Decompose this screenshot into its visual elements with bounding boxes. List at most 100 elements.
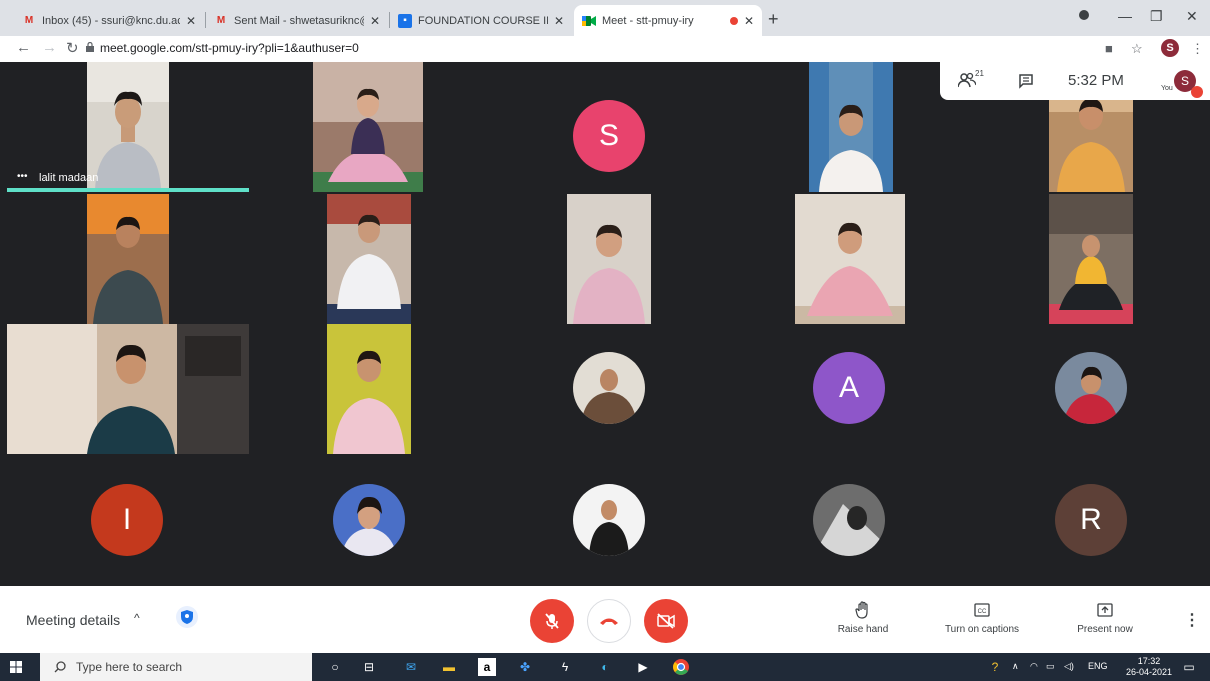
notifications-icon[interactable]: ▭ xyxy=(1180,658,1198,676)
participant-tile-speaker[interactable]: ••• lalit madaan xyxy=(7,62,249,192)
participant-avatar-photo[interactable] xyxy=(1055,352,1127,424)
url-field[interactable]: meet.google.com/stt-pmuy-iry?pli=1&authu… xyxy=(100,41,359,55)
taskbar-date: 26-04-2021 xyxy=(1126,667,1173,677)
file-explorer-icon[interactable]: ▬ xyxy=(440,658,458,676)
tray-expand-icon[interactable]: ∧ xyxy=(1012,661,1019,672)
edge-icon[interactable]: ◐ xyxy=(596,658,614,676)
close-icon[interactable]: ✕ xyxy=(186,14,196,28)
participant-video xyxy=(7,324,249,454)
participant-count: 21 xyxy=(975,69,984,78)
meet-icon xyxy=(582,14,596,28)
present-screen-icon xyxy=(1097,603,1113,617)
you-label: You xyxy=(1161,85,1173,92)
captions-button[interactable]: CC Turn on captions xyxy=(936,600,1028,635)
taskbar-search-box[interactable]: Type here to search xyxy=(40,653,312,681)
meeting-details-button[interactable]: Meeting details xyxy=(26,612,120,628)
chat-icon[interactable] xyxy=(1018,73,1034,89)
host-controls-shield-icon[interactable] xyxy=(176,606,198,628)
tab-sent-mail[interactable]: M Sent Mail - shwetasuriknc@gmai ✕ xyxy=(206,5,388,36)
restore-icon[interactable]: ❐ xyxy=(1150,8,1163,25)
camera-toggle-button[interactable] xyxy=(644,599,688,643)
bookmark-star-icon[interactable]: ☆ xyxy=(1131,41,1143,57)
task-view-icon[interactable]: ⊟ xyxy=(360,658,378,676)
participant-tile[interactable] xyxy=(1049,194,1133,324)
participant-tile[interactable] xyxy=(87,194,169,324)
window-close-icon[interactable]: ✕ xyxy=(1186,8,1198,25)
participant-tile[interactable] xyxy=(313,62,423,192)
participant-grid: ••• lalit madaan S A I R xyxy=(7,62,1203,586)
participant-avatar-i[interactable]: I xyxy=(91,484,163,556)
language-indicator[interactable]: ENG xyxy=(1088,661,1108,671)
address-bar-row: ← → ↻ meet.google.com/stt-pmuy-iry?pli=1… xyxy=(0,36,1210,62)
mail-app-icon[interactable]: ✉ xyxy=(402,658,420,676)
chrome-icon[interactable] xyxy=(672,658,690,676)
amazon-icon[interactable]: a xyxy=(478,658,496,676)
close-icon[interactable]: ✕ xyxy=(554,14,564,28)
media-player-icon[interactable]: ▶ xyxy=(634,658,652,676)
participant-tile[interactable] xyxy=(327,324,411,454)
captions-label: Turn on captions xyxy=(944,624,1020,635)
participant-photo xyxy=(813,484,885,556)
participant-tile[interactable] xyxy=(567,194,651,324)
more-options-icon[interactable]: ⋮ xyxy=(1184,610,1200,630)
participant-avatar-photo[interactable] xyxy=(813,484,885,556)
recording-indicator-icon xyxy=(729,16,738,25)
dropbox-icon[interactable]: ✤ xyxy=(516,658,534,676)
tab-inbox[interactable]: M Inbox (45) - ssuri@knc.du.ac.in - ✕ xyxy=(14,5,204,36)
participant-avatar-photo[interactable] xyxy=(573,484,645,556)
participant-video xyxy=(87,194,169,324)
tab-title: Sent Mail - shwetasuriknc@gmai xyxy=(234,14,364,27)
raise-hand-button[interactable]: Raise hand xyxy=(832,600,894,635)
forward-arrow-icon[interactable]: → xyxy=(42,39,57,56)
chevron-up-icon[interactable]: ^ xyxy=(134,611,140,625)
back-arrow-icon[interactable]: ← xyxy=(16,39,31,56)
participant-tile[interactable] xyxy=(809,62,893,192)
present-now-label: Present now xyxy=(1077,624,1133,635)
participant-video xyxy=(87,62,169,190)
participant-avatar-r[interactable]: R xyxy=(1055,484,1127,556)
volume-icon[interactable]: ◁) xyxy=(1064,661,1074,672)
hang-up-icon xyxy=(600,618,618,625)
wifi-icon[interactable]: ◠ xyxy=(1030,661,1038,672)
battery-icon[interactable]: ▭ xyxy=(1046,661,1055,672)
tab-foundation-course[interactable]: ▪ FOUNDATION COURSE IN YOGA ✕ xyxy=(390,5,572,36)
participant-video xyxy=(313,62,423,192)
participant-video xyxy=(1049,194,1133,324)
participant-tile[interactable] xyxy=(327,194,411,324)
participant-tile[interactable] xyxy=(795,194,905,324)
microphone-toggle-button[interactable] xyxy=(530,599,574,643)
camera-off-icon xyxy=(657,613,675,629)
meeting-info-panel: 21 5:32 PM You S xyxy=(940,62,1210,100)
captions-icon: CC xyxy=(974,603,990,617)
participant-avatar-photo[interactable] xyxy=(333,484,405,556)
new-tab-button[interactable]: + xyxy=(768,9,779,30)
help-icon[interactable]: ? xyxy=(986,658,1004,676)
browser-menu-icon[interactable]: ⋮ xyxy=(1191,41,1204,57)
cortana-icon[interactable]: ○ xyxy=(326,658,344,676)
camera-indicator-icon[interactable]: ■ xyxy=(1105,41,1113,56)
close-icon[interactable]: ✕ xyxy=(744,14,754,28)
profile-avatar[interactable]: S xyxy=(1161,39,1179,57)
meet-control-bar: Meeting details ^ Raise hand CC Turn on … xyxy=(0,586,1210,653)
winamp-icon[interactable]: ϟ xyxy=(556,658,574,676)
leave-call-button[interactable] xyxy=(587,599,631,643)
minimize-icon[interactable]: — xyxy=(1118,8,1132,24)
participant-tile[interactable] xyxy=(7,324,249,454)
present-now-button[interactable]: Present now xyxy=(1070,600,1140,635)
reload-icon[interactable]: ↻ xyxy=(66,39,79,57)
close-icon[interactable]: ✕ xyxy=(370,14,380,28)
participant-avatar-photo[interactable] xyxy=(573,352,645,424)
tab-meet[interactable]: Meet - stt-pmuy-iry ✕ xyxy=(574,5,762,36)
tab-title: Inbox (45) - ssuri@knc.du.ac.in - xyxy=(42,14,180,27)
gmail-icon: M xyxy=(24,15,34,26)
taskbar-clock[interactable]: 17:32 26-04-2021 xyxy=(1126,656,1172,678)
windows-start-icon[interactable] xyxy=(10,661,22,673)
people-icon[interactable] xyxy=(958,72,976,88)
tab-search-icon[interactable] xyxy=(1078,8,1090,24)
participant-avatar-s[interactable]: S xyxy=(573,100,645,172)
participant-avatar-a[interactable]: A xyxy=(813,352,885,424)
gmail-icon: M xyxy=(216,15,226,26)
lock-icon[interactable] xyxy=(86,42,94,52)
participant-photo xyxy=(333,484,405,556)
search-icon xyxy=(54,661,66,673)
